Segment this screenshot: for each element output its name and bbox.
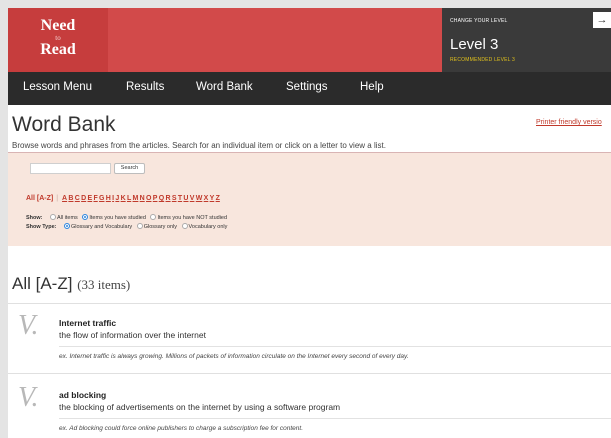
show-type-filter: Show Type: Glossary and Vocabulary Gloss… — [26, 223, 227, 230]
logo-line-read: Read — [40, 41, 76, 58]
type-glossary-vocabulary-radio[interactable] — [64, 223, 70, 229]
letter-k[interactable]: K — [121, 195, 126, 202]
letter-u[interactable]: U — [183, 195, 188, 202]
printer-friendly-link[interactable]: Printer friendly versio — [536, 119, 602, 126]
letter-r[interactable]: R — [166, 195, 171, 202]
letter-f[interactable]: F — [93, 195, 97, 202]
show-all-label[interactable]: All items — [57, 215, 78, 221]
show-all-radio[interactable] — [50, 214, 57, 220]
entry-divider — [59, 418, 611, 419]
arrow-right-icon[interactable]: → — [593, 12, 611, 28]
show-not-studied-radio[interactable] — [150, 214, 157, 220]
recommended-level: RECOMMENDED LEVEL 3 — [450, 57, 516, 63]
change-level-label: CHANGE YOUR LEVEL — [450, 18, 508, 24]
logo-line-need: Need — [40, 17, 76, 34]
results-heading: All [A-Z] (33 items) — [12, 274, 130, 294]
search-panel: Search All [A-Z] | ABCDEFGHIJKLMNOPQRSTUVW… — [8, 153, 611, 246]
results-title: All [A-Z] — [12, 274, 73, 293]
search-button[interactable]: Search — [114, 163, 145, 174]
show-filter: Show: All items Items you have studied I… — [26, 214, 227, 221]
search-input[interactable] — [30, 163, 111, 174]
main-nav: Lesson Menu Results Word Bank Settings H… — [8, 72, 611, 105]
entry-example: ex. Ad blocking could force online publi… — [59, 425, 304, 432]
letter-all[interactable]: All [A-Z] — [26, 195, 53, 202]
letter-j[interactable]: J — [115, 195, 119, 202]
entry-term: Internet traffic — [59, 318, 117, 328]
letter-w[interactable]: W — [196, 195, 203, 202]
letter-t[interactable]: T — [178, 195, 182, 202]
nav-item-results[interactable]: Results — [126, 81, 164, 93]
results-count: (33 items) — [77, 277, 131, 292]
letter-g[interactable]: G — [99, 195, 104, 202]
letter-y[interactable]: Y — [210, 195, 215, 202]
letter-index: All [A-Z] | ABCDEFGHIJKLMNOPQRSTUVWXYZ — [26, 195, 221, 202]
letter-separator: | — [56, 195, 59, 202]
letter-d[interactable]: D — [81, 195, 86, 202]
letter-l[interactable]: L — [127, 195, 131, 202]
type-glossary-radio[interactable] — [136, 223, 143, 229]
level-selector[interactable]: CHANGE YOUR LEVEL → Level 3 RECOMMENDED … — [442, 8, 611, 72]
site-header: Need to Read CHANGE YOUR LEVEL → Level 3… — [8, 8, 611, 72]
type-glossary-label[interactable]: Glossary only — [144, 224, 177, 230]
entry-bottom-rule — [8, 373, 611, 374]
type-vocabulary-radio[interactable] — [181, 223, 188, 229]
letter-i[interactable]: I — [112, 195, 114, 202]
entry-divider — [59, 346, 611, 347]
nav-item-word-bank[interactable]: Word Bank — [196, 81, 253, 93]
vocabulary-mark-icon: V. — [18, 382, 39, 413]
show-studied-radio[interactable] — [82, 214, 89, 220]
nav-item-help[interactable]: Help — [360, 81, 384, 93]
letter-p[interactable]: P — [153, 195, 158, 202]
entry-example: ex. Internet traffic is always growing. … — [59, 353, 409, 360]
page-title: Word Bank — [12, 113, 116, 136]
letter-m[interactable]: M — [133, 195, 139, 202]
show-studied-label[interactable]: Items you have studied — [89, 215, 146, 221]
current-level: Level 3 — [450, 36, 499, 53]
window-frame-left — [0, 0, 8, 438]
entry-term: ad blocking — [59, 390, 107, 400]
nav-item-lesson-menu[interactable]: Lesson Menu — [23, 81, 92, 93]
letter-n[interactable]: N — [140, 195, 145, 202]
type-glossary-vocabulary-label[interactable]: Glossary and Vocabulary — [71, 224, 132, 230]
need-to-read-logo[interactable]: Need to Read — [8, 8, 108, 72]
letter-v[interactable]: V — [190, 195, 195, 202]
show-not-studied-label[interactable]: Items you have NOT studied — [157, 215, 227, 221]
show-type-label: Show Type: — [26, 224, 57, 230]
letter-c[interactable]: C — [75, 195, 80, 202]
entry-definition: the flow of information over the interne… — [59, 330, 206, 340]
results-divider — [8, 303, 611, 304]
entry-definition: the blocking of advertisements on the in… — [59, 402, 341, 412]
letter-q[interactable]: Q — [159, 195, 164, 202]
window-frame-top — [0, 0, 611, 8]
letter-e[interactable]: E — [87, 195, 92, 202]
letter-x[interactable]: X — [204, 195, 209, 202]
letter-list: ABCDEFGHIJKLMNOPQRSTUVWXYZ — [62, 195, 221, 202]
nav-item-settings[interactable]: Settings — [286, 81, 328, 93]
letter-z[interactable]: Z — [216, 195, 220, 202]
letter-a[interactable]: A — [62, 195, 67, 202]
type-vocabulary-label[interactable]: Vocabulary only — [189, 224, 228, 230]
show-filter-label: Show: — [26, 215, 43, 221]
letter-o[interactable]: O — [146, 195, 151, 202]
letter-b[interactable]: B — [68, 195, 73, 202]
letter-h[interactable]: H — [106, 195, 111, 202]
vocabulary-mark-icon: V. — [18, 310, 39, 341]
letter-s[interactable]: S — [172, 195, 177, 202]
page-intro: Browse words and phrases from the articl… — [12, 141, 386, 150]
